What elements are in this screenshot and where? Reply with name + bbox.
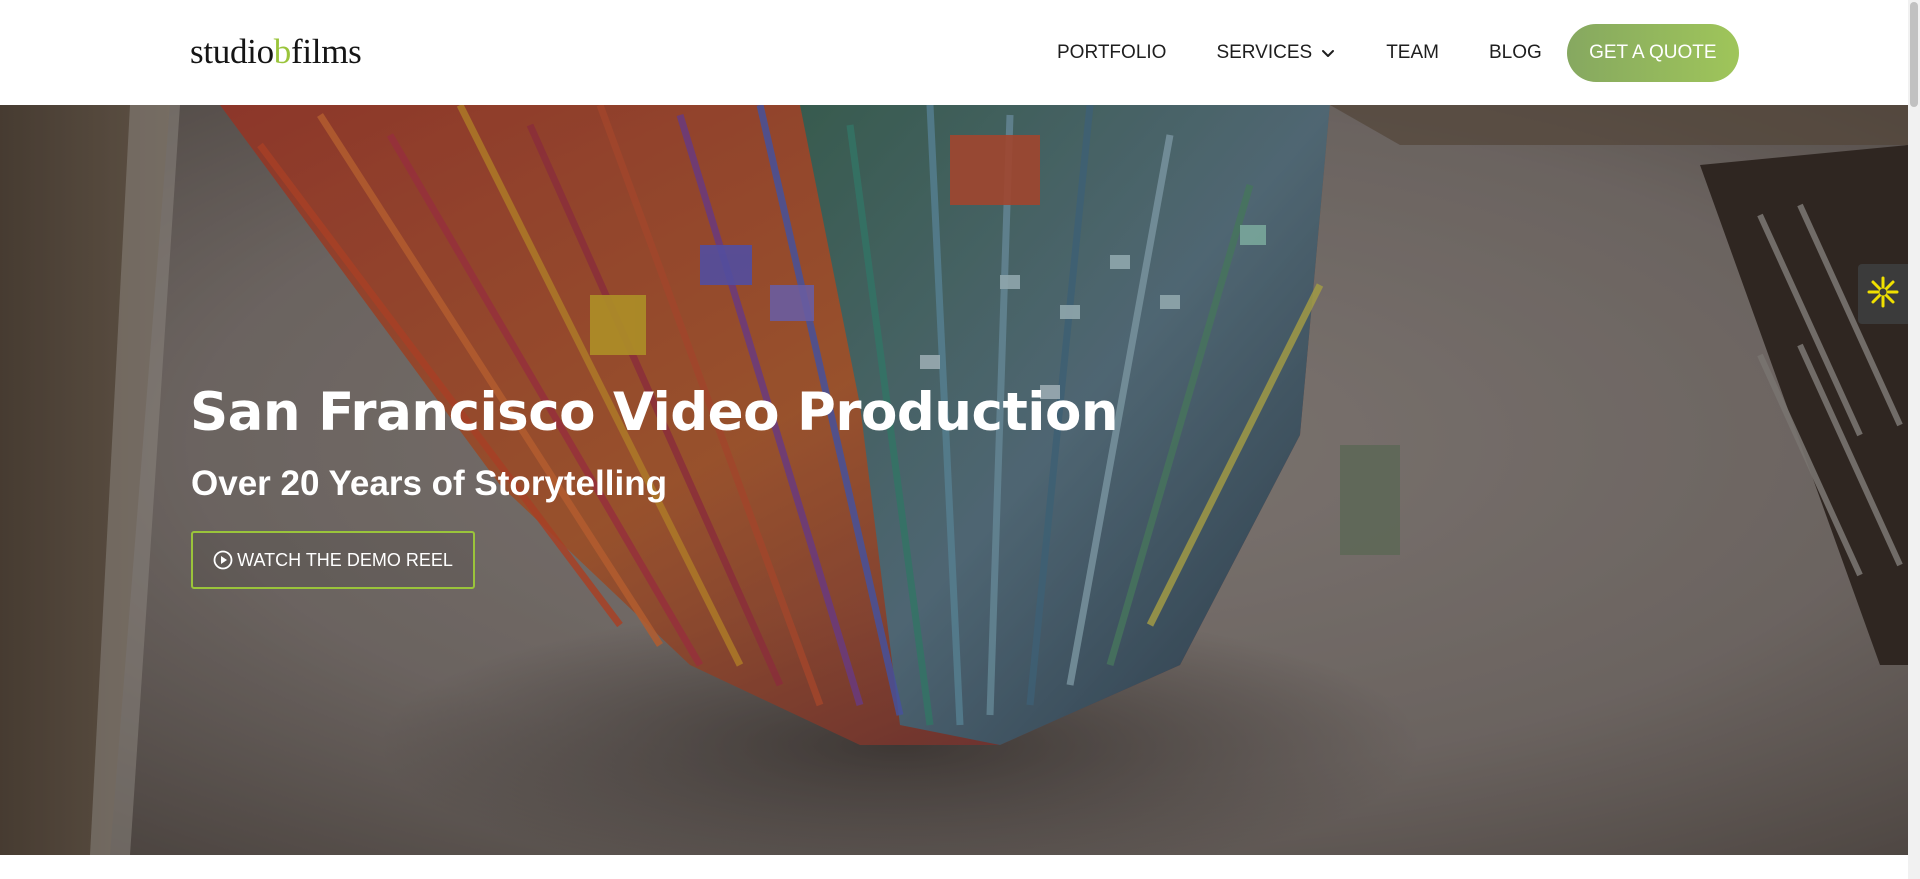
side-widget-button[interactable]	[1858, 264, 1908, 324]
hero-title: San Francisco Video Production	[190, 382, 1119, 443]
nav-portfolio[interactable]: PORTFOLIO	[1057, 42, 1166, 64]
nav-services-label: SERVICES	[1216, 41, 1313, 63]
nav-blog-label: BLOG	[1488, 41, 1542, 63]
nav-team-label: TEAM	[1386, 41, 1439, 63]
nav-team[interactable]: TEAM	[1386, 42, 1439, 64]
get-a-quote-label: GET A QUOTE	[1589, 41, 1717, 63]
page-below-hero	[0, 855, 1908, 879]
hero-subtitle: Over 20 Years of Storytelling	[191, 464, 667, 503]
asterisk-flower-icon	[1866, 275, 1900, 314]
nav-services[interactable]: SERVICES	[1216, 42, 1336, 64]
logo[interactable]: studiobfilms	[190, 32, 362, 72]
main-nav: PORTFOLIO SERVICES TEAM BLOG GET A QUOTE	[1057, 0, 1739, 105]
logo-suffix: films	[290, 32, 362, 71]
watch-demo-reel-label: WATCH THE DEMO REEL	[237, 549, 453, 570]
page-scrollbar[interactable]	[1908, 0, 1920, 879]
site-header: studiobfilms PORTFOLIO SERVICES TEAM BLO…	[0, 0, 1908, 105]
logo-prefix: studio	[190, 32, 274, 71]
play-circle-icon	[213, 550, 233, 570]
scrollbar-thumb[interactable]	[1910, 2, 1918, 107]
nav-portfolio-label: PORTFOLIO	[1057, 41, 1167, 63]
logo-accent: b	[273, 32, 292, 71]
chevron-down-icon	[1320, 45, 1336, 61]
watch-demo-reel-button[interactable]: WATCH THE DEMO REEL	[191, 531, 475, 589]
hero-section: San Francisco Video Production Over 20 Y…	[0, 105, 1908, 855]
get-a-quote-button[interactable]: GET A QUOTE	[1566, 23, 1739, 82]
nav-blog[interactable]: BLOG	[1489, 42, 1542, 64]
